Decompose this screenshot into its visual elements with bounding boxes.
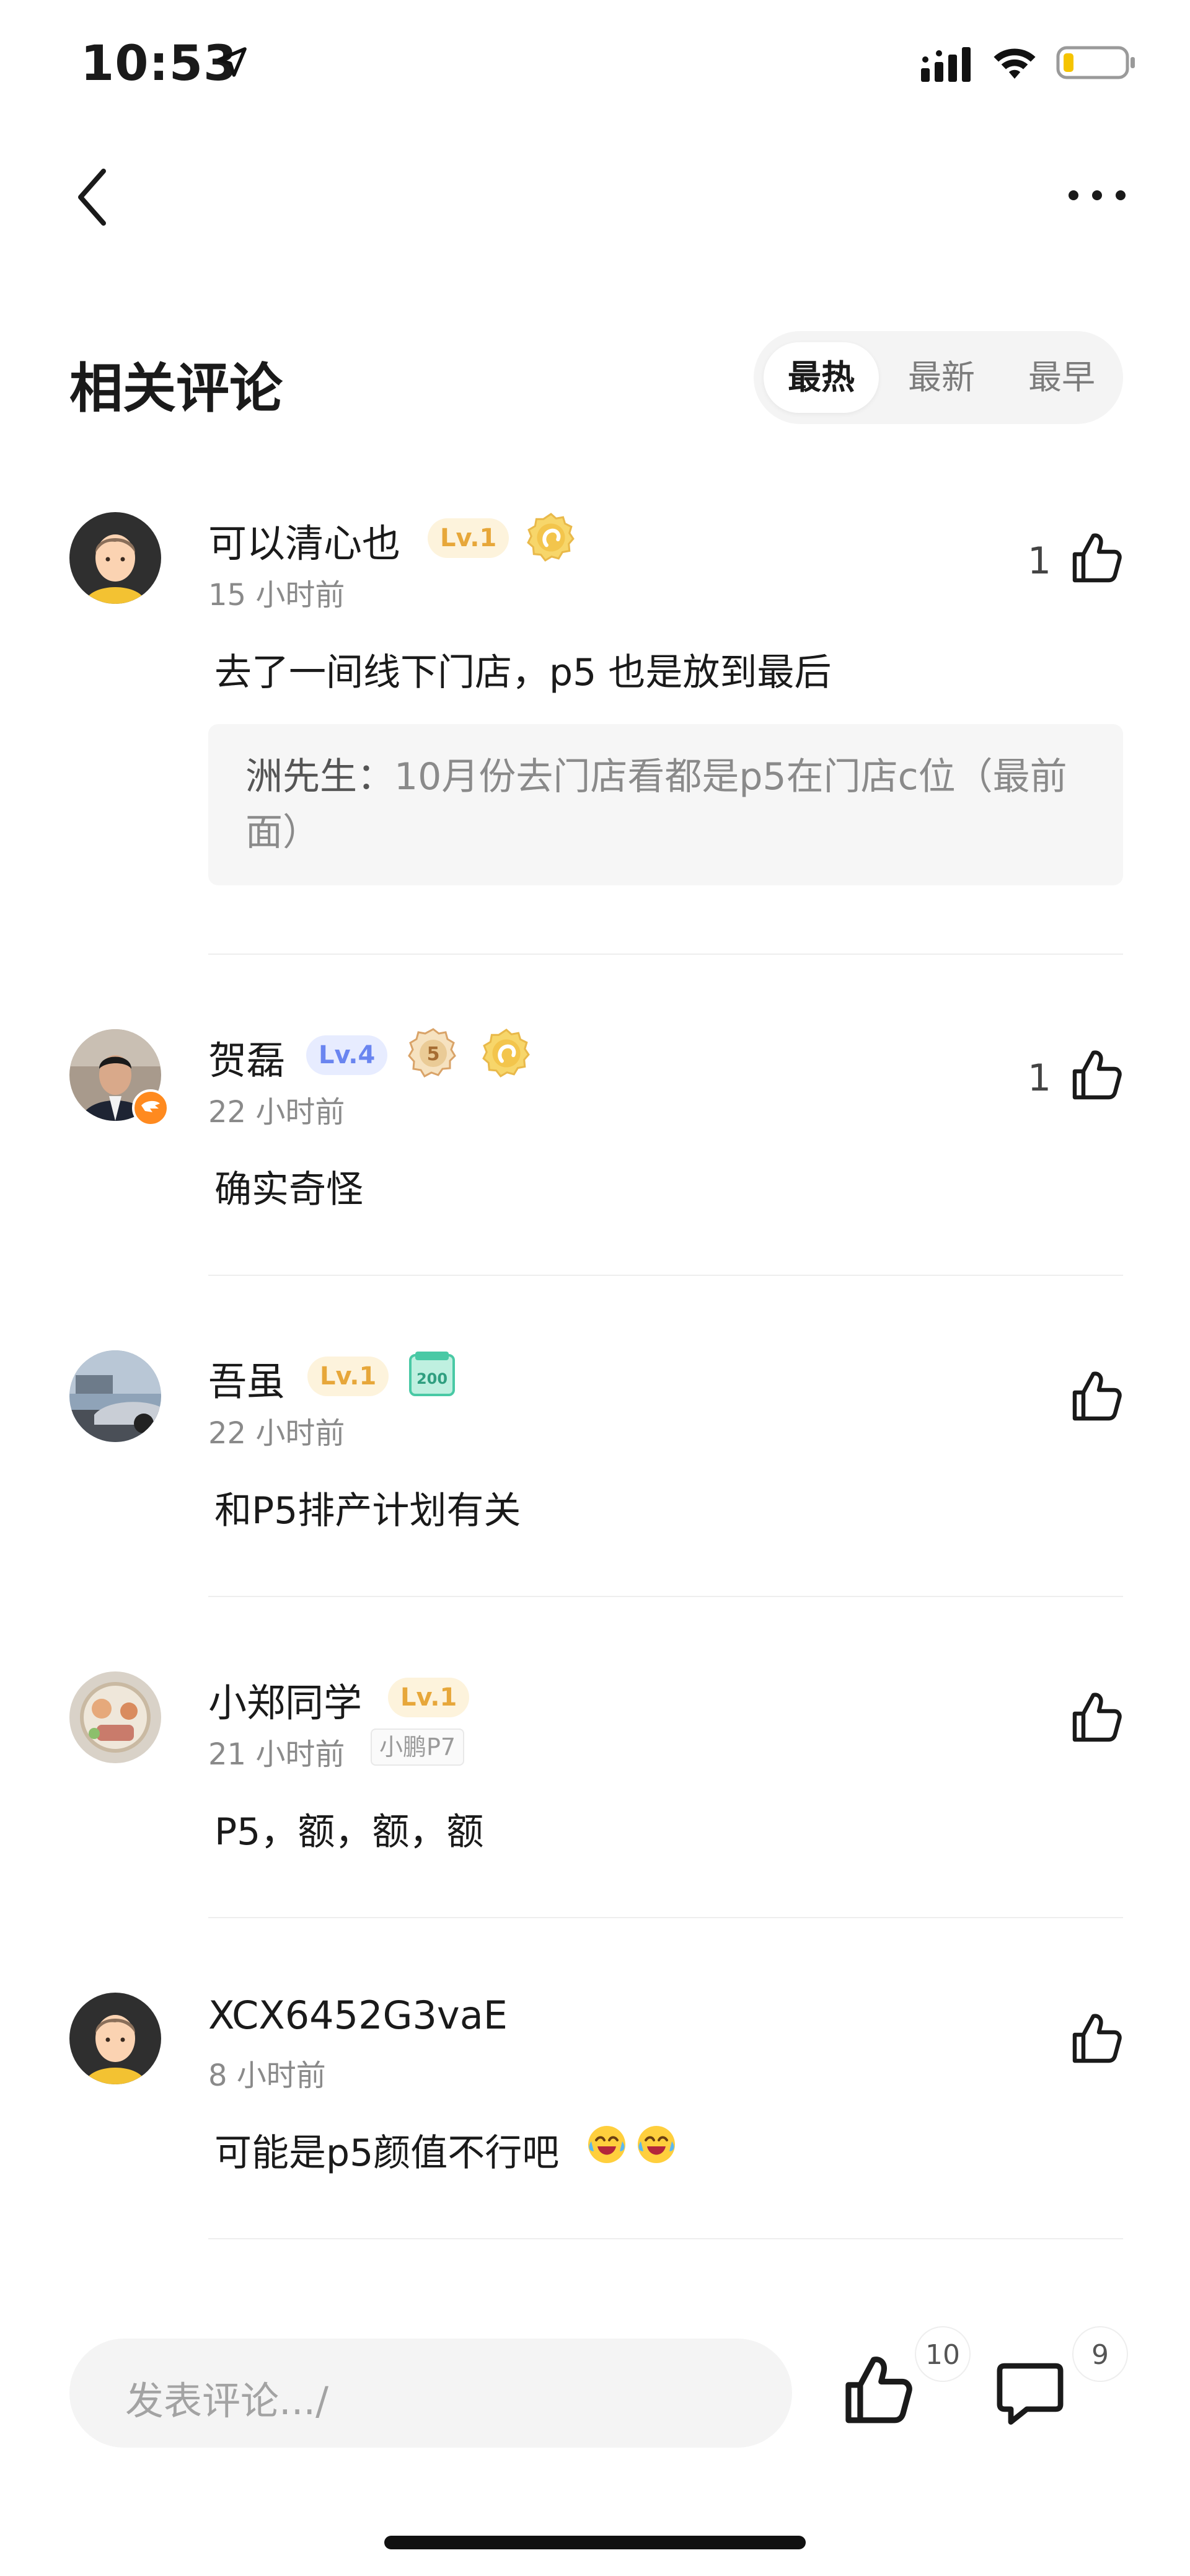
reply-content: 洲先生：10月份去门店看都是p5在门店c位（最前面） [245, 749, 1095, 861]
like-post-icon[interactable] [837, 2350, 917, 2430]
divider [208, 1275, 1123, 1276]
like-thumb-icon[interactable] [1066, 2009, 1126, 2068]
back-chevron-icon[interactable] [69, 166, 119, 228]
section-title: 相关评论 [69, 358, 283, 420]
comment-time: 22 小时前 [208, 1416, 345, 1451]
like-thumb-icon[interactable] [1066, 1045, 1126, 1105]
like-count-badge: 10 [915, 2326, 971, 2382]
comment-input-placeholder: 发表评论.../ [125, 2378, 329, 2423]
battery-icon [1056, 46, 1135, 79]
like-count: 1 [1027, 539, 1051, 583]
reply-author[interactable]: 洲先生： [245, 755, 394, 799]
comment-author-name[interactable]: XCX6452G3vaE [208, 1993, 508, 2038]
comment-text: 确实奇怪 [214, 1168, 363, 1211]
comment-time: 8 小时前 [208, 2058, 326, 2093]
like-thumb-icon[interactable] [1066, 1366, 1126, 1426]
comment-text: 和P5排产计划有关 [214, 1489, 521, 1533]
like-thumb-icon[interactable] [1066, 1688, 1126, 1747]
car-model-tag: 小鹏P7 [371, 1728, 465, 1766]
reply-preview[interactable]: 洲先生：10月份去门店看都是p5在门店c位（最前面） [208, 724, 1123, 885]
home-indicator[interactable] [384, 2536, 806, 2549]
like-thumb-icon[interactable] [1066, 528, 1126, 588]
avatar[interactable] [69, 1993, 161, 2084]
more-options-icon[interactable] [1066, 186, 1128, 205]
divider [208, 954, 1123, 955]
level-badge: Lv.1 [307, 1357, 389, 1396]
comment-bubble-icon[interactable] [992, 2355, 1069, 2432]
avatar[interactable] [69, 512, 161, 604]
comment-time: 21 小时前 [208, 1737, 345, 1772]
comment-author-name[interactable]: 贺磊 [208, 1029, 285, 1085]
like-count: 1 [1027, 1056, 1051, 1100]
sort-tab-newest[interactable]: 最新 [884, 342, 999, 413]
badge-number: 200 [416, 1370, 447, 1388]
sort-tabs: 最热 最新 最早 [754, 331, 1123, 424]
wifi-icon [994, 48, 1036, 79]
comment-input[interactable]: 发表评论.../ [69, 2339, 792, 2448]
gold-medal-icon [481, 1028, 532, 1079]
divider [208, 1917, 1123, 1918]
sort-tab-earliest[interactable]: 最早 [1004, 342, 1119, 413]
comment-text: 去了一间线下门店，p5 也是放到最后 [214, 651, 832, 694]
comment-time: 15 小时前 [208, 578, 345, 613]
divider [208, 2238, 1123, 2239]
sort-tab-hot[interactable]: 最热 [764, 342, 879, 413]
comment-text: P5，额，额，额 [214, 1810, 484, 1854]
comment-author-name[interactable]: 小郑同学 [208, 1671, 362, 1727]
avatar[interactable] [69, 1671, 161, 1763]
comment-author-name[interactable]: 可以清心也 [208, 512, 400, 568]
avatar[interactable] [69, 1350, 161, 1442]
comment-time: 22 小时前 [208, 1095, 345, 1130]
level-badge: Lv.4 [306, 1035, 388, 1075]
comment-text: 可能是p5颜值不行吧 [214, 2131, 560, 2175]
location-arrow-icon [217, 47, 247, 77]
verified-badge-icon [132, 1089, 169, 1126]
level-badge: Lv.1 [428, 518, 509, 558]
medal-five-icon: 5 [408, 1028, 456, 1078]
crying-laughing-emoji-icon [588, 2126, 625, 2163]
medal-number: 5 [427, 1043, 440, 1065]
teal-badge-icon: 200 [409, 1352, 455, 1396]
level-badge: Lv.1 [388, 1678, 470, 1717]
crying-laughing-emoji-icon [638, 2126, 675, 2163]
comment-author-name[interactable]: 吾虽 [208, 1350, 285, 1406]
comment-count-badge: 9 [1072, 2326, 1128, 2382]
cellular-signal-icon [921, 47, 971, 82]
gold-medal-icon [526, 512, 576, 563]
divider [208, 1596, 1123, 1597]
